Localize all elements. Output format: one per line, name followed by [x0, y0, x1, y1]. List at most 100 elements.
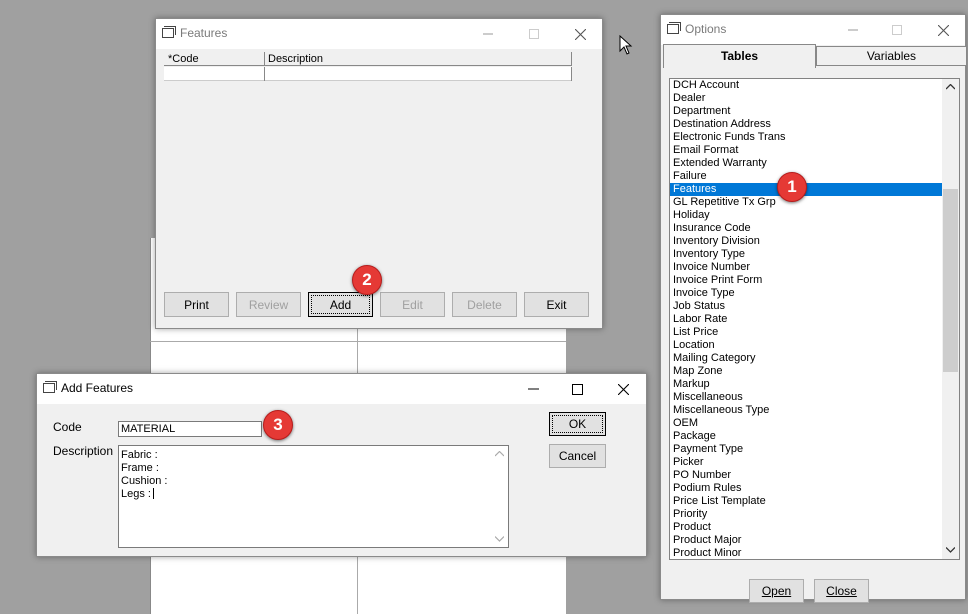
list-item[interactable]: Miscellaneous Type [670, 404, 943, 417]
open-button[interactable]: Open [749, 579, 804, 603]
list-item[interactable]: Job Status [670, 300, 943, 313]
window-app-icon [43, 381, 57, 393]
list-item[interactable]: Invoice Type [670, 287, 943, 300]
list-item[interactable]: Inventory Division [670, 235, 943, 248]
add-button[interactable]: Add [308, 292, 373, 317]
list-item[interactable]: Package [670, 430, 943, 443]
list-item[interactable]: OEM [670, 417, 943, 430]
list-item[interactable]: List Price [670, 326, 943, 339]
exit-button[interactable]: Exit [524, 292, 589, 317]
list-item[interactable]: Invoice Number [670, 261, 943, 274]
step-badge-3: 3 [263, 410, 293, 440]
list-item[interactable]: Electronic Funds Trans [670, 131, 943, 144]
list-item[interactable]: PO Number [670, 469, 943, 482]
add-features-window: Add Features Code MATERIAL Description F… [36, 373, 647, 557]
list-item[interactable]: Map Zone [670, 365, 943, 378]
column-header-code[interactable]: *Code [164, 52, 264, 66]
edit-button-label: Edit [402, 297, 423, 312]
list-item[interactable]: Invoice Print Form [670, 274, 943, 287]
list-item[interactable]: Markup [670, 378, 943, 391]
options-titlebar: Options [661, 15, 965, 45]
list-item[interactable]: Labor Rate [670, 313, 943, 326]
list-item[interactable]: Destination Address [670, 118, 943, 131]
list-item[interactable]: Insurance Code [670, 222, 943, 235]
code-label: Code [53, 420, 82, 434]
close-button[interactable] [601, 374, 645, 404]
list-item[interactable]: Holiday [670, 209, 943, 222]
code-input[interactable]: MATERIAL [118, 421, 262, 437]
window-app-icon [667, 22, 681, 34]
list-item[interactable]: Failure [670, 170, 943, 183]
list-item[interactable]: Payment Type [670, 443, 943, 456]
edit-button[interactable]: Edit [380, 292, 445, 317]
tab-variables[interactable]: Variables [816, 46, 967, 66]
list-item[interactable]: Product [670, 521, 943, 534]
list-item[interactable]: Location [670, 339, 943, 352]
scroll-up-arrow-icon[interactable] [946, 84, 955, 90]
add-features-title: Add Features [61, 381, 134, 395]
maximize-button[interactable] [875, 15, 919, 45]
description-line: Frame : [121, 462, 159, 474]
tab-tables[interactable]: Tables [663, 44, 816, 68]
column-header-description[interactable]: Description [264, 52, 572, 66]
list-item[interactable]: Extended Warranty [670, 157, 943, 170]
list-item[interactable]: Product Minor [670, 547, 943, 559]
list-item[interactable]: GL Repetitive Tx Grp [670, 196, 943, 209]
description-textarea[interactable]: Fabric : Frame : Cushion : Legs : [118, 445, 509, 548]
review-button[interactable]: Review [236, 292, 301, 317]
scroll-up-arrow-icon[interactable] [495, 451, 504, 457]
scroll-down-arrow-icon[interactable] [946, 547, 955, 553]
list-item[interactable]: Priority [670, 508, 943, 521]
background-divider [150, 341, 566, 342]
list-item[interactable]: Inventory Type [670, 248, 943, 261]
ok-button[interactable]: OK [549, 412, 606, 436]
options-title: Options [685, 22, 727, 36]
close-button[interactable] [558, 19, 602, 49]
delete-button[interactable]: Delete [452, 292, 517, 317]
delete-button-label: Delete [467, 297, 502, 312]
maximize-button[interactable] [555, 374, 599, 404]
close-options-button[interactable]: Close [814, 579, 869, 603]
grid-cell-divider [571, 67, 572, 81]
cancel-button[interactable]: Cancel [549, 444, 606, 468]
step-badge-2: 2 [352, 265, 382, 295]
list-item[interactable]: Product Major [670, 534, 943, 547]
add-button-label: Add [329, 297, 352, 312]
vertical-scrollbar[interactable] [942, 79, 959, 559]
ok-button-label: OK [568, 417, 587, 431]
list-item[interactable]: Miscellaneous [670, 391, 943, 404]
list-item[interactable]: Department [670, 105, 943, 118]
close-button[interactable] [921, 15, 965, 45]
minimize-button[interactable] [511, 374, 555, 404]
features-grid[interactable]: *Code Description [164, 52, 572, 82]
maximize-button[interactable] [512, 19, 556, 49]
exit-button-label: Exit [546, 297, 567, 312]
textarea-scrollbar[interactable] [491, 446, 508, 547]
description-line: Fabric : [121, 449, 158, 461]
close-options-button-label: Close [826, 584, 857, 598]
tables-listbox[interactable]: DCH Account Dealer Department Destination A… [669, 78, 960, 560]
list-item[interactable]: Picker [670, 456, 943, 469]
cancel-button-label: Cancel [558, 449, 597, 463]
list-item[interactable]: DCH Account [670, 79, 943, 92]
print-button[interactable]: Print [164, 292, 229, 317]
add-features-titlebar: Add Features [37, 374, 646, 404]
mouse-cursor-icon [619, 35, 633, 55]
scrollbar-thumb[interactable] [943, 189, 958, 372]
list-item[interactable]: Podium Rules [670, 482, 943, 495]
list-item[interactable]: Mailing Category [670, 352, 943, 365]
minimize-button[interactable] [831, 15, 875, 45]
print-button-label: Print [184, 297, 209, 312]
description-line: Cushion : [121, 475, 168, 487]
scroll-down-arrow-icon[interactable] [495, 536, 504, 542]
text-cursor [153, 488, 154, 499]
grid-row[interactable] [164, 67, 572, 81]
review-button-label: Review [248, 297, 289, 312]
minimize-button[interactable] [466, 19, 510, 49]
list-item[interactable]: Email Format [670, 144, 943, 157]
description-text: Fabric : Frame : Cushion : Legs : [121, 449, 167, 501]
options-window: Options Tables Variables DCH Account Deal… [660, 14, 967, 603]
list-item[interactable]: Price List Template [670, 495, 943, 508]
list-item[interactable]: Dealer [670, 92, 943, 105]
description-label: Description [53, 444, 114, 458]
